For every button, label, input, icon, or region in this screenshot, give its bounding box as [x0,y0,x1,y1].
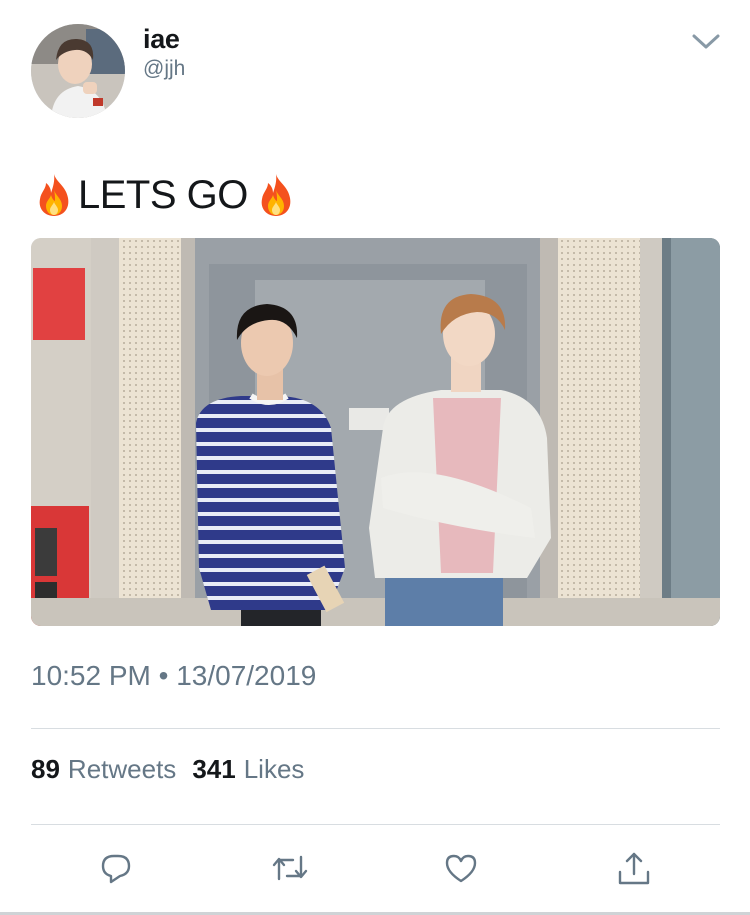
tweet-timestamp[interactable]: 10:52 PM • 13/07/2019 [31,660,316,692]
retweets-count: 89 [31,754,60,784]
tweet-header: iae @jjh [31,24,721,120]
retweets-stat[interactable]: 89 Retweets [31,754,176,785]
divider [31,824,720,825]
fire-icon [34,172,74,218]
reply-icon[interactable] [96,848,136,888]
avatar[interactable] [31,24,125,118]
avatar-image [31,24,125,118]
fire-icon [256,172,296,218]
tweet-text: LETS GO [34,170,296,220]
divider [31,728,720,729]
likes-stat[interactable]: 341 Likes [192,754,304,785]
tweet-stats: 89 Retweets 341 Likes [31,754,320,785]
action-bar [0,848,750,888]
retweets-label: Retweets [67,754,177,784]
display-name[interactable]: iae [143,24,180,55]
chevron-down-icon[interactable] [691,32,721,52]
share-icon[interactable] [614,848,654,888]
likes-label: Likes [243,754,305,784]
user-handle[interactable]: @jjh [143,57,185,81]
tweet-photo[interactable] [31,238,720,626]
likes-count: 341 [192,754,236,784]
tweet-body: LETS GO [78,172,248,217]
heart-icon[interactable] [441,848,481,888]
retweet-icon[interactable] [270,848,310,888]
